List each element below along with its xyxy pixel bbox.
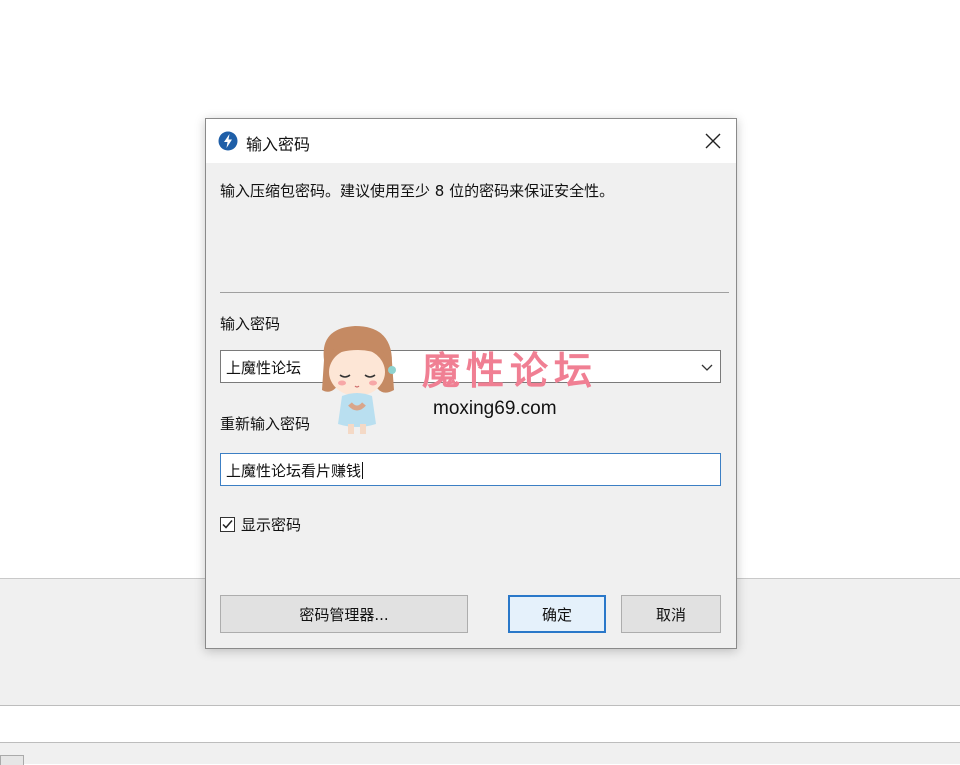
app-icon	[218, 131, 238, 151]
show-password-checkbox[interactable]	[220, 516, 235, 532]
password-label: 输入密码	[220, 315, 281, 333]
background-panel-4	[0, 743, 960, 765]
checkmark-icon	[222, 519, 233, 529]
close-button[interactable]	[690, 119, 736, 163]
reenter-password-input[interactable]: 上魔性论坛看片赚钱	[220, 453, 721, 486]
show-password-option[interactable]: 显示密码	[220, 514, 301, 534]
password-manager-button[interactable]: 密码管理器...	[220, 595, 468, 633]
close-icon	[705, 133, 721, 149]
chevron-down-icon[interactable]	[700, 361, 714, 373]
show-password-label: 显示密码	[241, 515, 302, 534]
dialog-description: 输入压缩包密码。建议使用至少 8 位的密码来保证安全性。	[220, 182, 615, 200]
reenter-password-label: 重新输入密码	[220, 415, 311, 433]
dialog-title: 输入密码	[246, 135, 311, 154]
title-bar: 输入密码	[206, 119, 736, 163]
background-panel-2	[0, 641, 960, 706]
ok-button[interactable]: 确定	[508, 595, 606, 633]
cancel-button[interactable]: 取消	[621, 595, 721, 633]
watermark-title: 魔性论坛	[422, 349, 599, 393]
watermark-url: moxing69.com	[433, 398, 557, 419]
text-caret	[362, 462, 364, 479]
reenter-password-value: 上魔性论坛看片赚钱	[226, 462, 362, 480]
watermark-mascot	[322, 326, 396, 434]
separator	[220, 292, 729, 293]
password-value: 上魔性论坛	[226, 359, 302, 377]
background-panel-3	[0, 706, 960, 743]
